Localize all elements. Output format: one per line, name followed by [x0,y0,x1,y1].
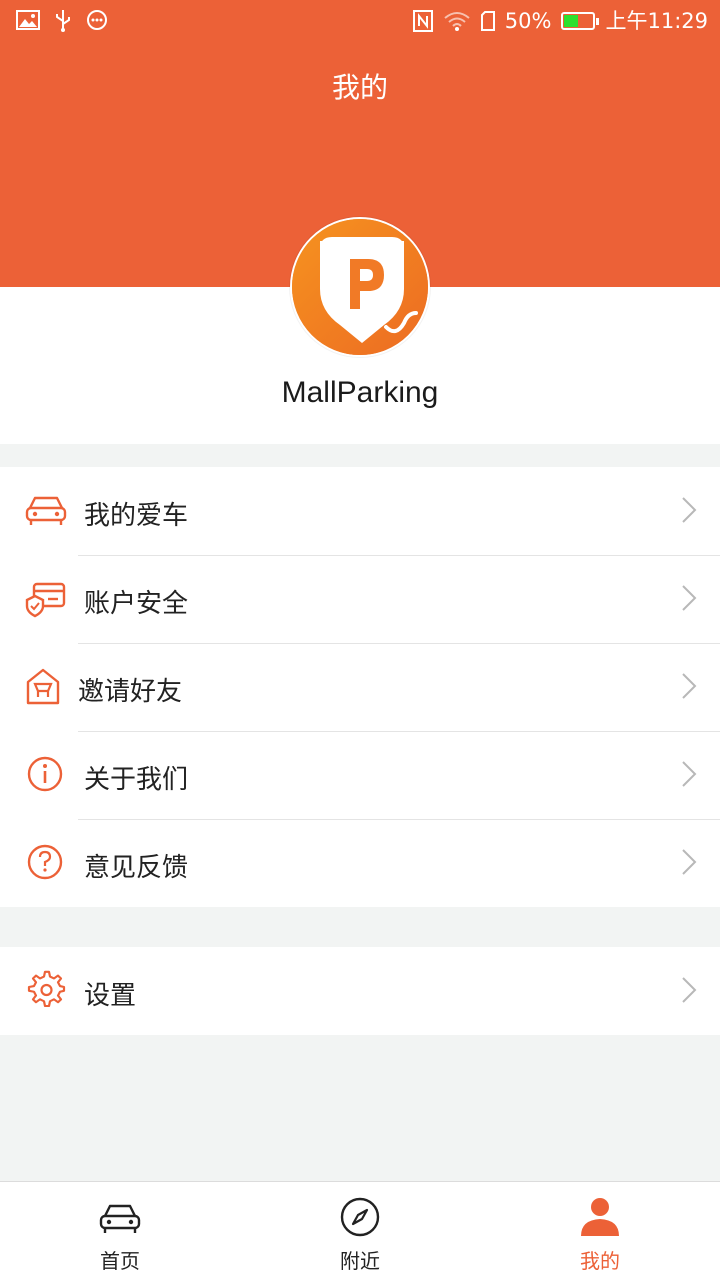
car-icon [25,496,67,525]
menu-item-label: 邀请好友 [78,677,183,707]
nfc-icon [412,10,433,32]
menu-item-settings[interactable]: 设置 [0,947,720,1035]
menu-item-about-us[interactable]: 关于我们 [0,731,720,819]
menu-list: 我的爱车 账户安全 邀请好友 关于我们 意见反馈 [0,467,720,907]
gear-icon [27,970,66,1008]
username: MallParking [281,376,439,409]
page-title: 我的 [331,71,388,104]
usb-icon [56,10,70,32]
wifi-icon [444,12,470,31]
tab-home[interactable]: 首页 [0,1182,240,1280]
menu-item-feedback[interactable]: 意见反馈 [0,819,720,907]
menu-item-label: 意见反馈 [84,853,189,883]
question-icon [27,844,63,880]
more-notification-icon [87,10,107,30]
chevron-right-icon [682,497,697,523]
menu-item-label: 账户安全 [84,589,189,619]
battery-percent: 50% [504,9,552,33]
tab-nearby[interactable]: 附近 [240,1182,480,1280]
status-bar: 50% 上午11:29 [0,0,720,42]
menu-item-invite-friends[interactable]: 邀请好友 [0,643,720,731]
chevron-right-icon [682,849,697,875]
chevron-right-icon [682,761,697,787]
chevron-right-icon [682,673,697,699]
chevron-right-icon [682,977,697,1003]
menu-item-label: 设置 [84,981,137,1011]
mallparking-logo-icon [292,219,428,355]
tab-mine[interactable]: 我的 [480,1182,720,1280]
menu-item-account-security[interactable]: 账户安全 [0,555,720,643]
tab-label: 我的 [580,1249,620,1273]
status-time: 上午11:29 [605,9,708,33]
avatar[interactable] [290,217,430,357]
compass-icon [340,1197,380,1237]
sim-icon [480,11,495,31]
battery-icon [561,12,600,30]
menu-item-my-car[interactable]: 我的爱车 [0,467,720,555]
info-icon [27,756,63,792]
menu-item-label: 关于我们 [84,765,189,795]
user-icon [581,1198,619,1236]
bottom-tab-bar: 首页 附近 我的 [0,1181,720,1280]
invite-icon [26,668,60,705]
tab-label: 附近 [340,1249,380,1273]
chevron-right-icon [682,585,697,611]
image-icon [16,10,40,30]
car-icon [99,1204,141,1233]
menu-item-label: 我的爱车 [84,501,189,531]
battery-level-fill [564,15,579,27]
tab-label: 首页 [100,1249,140,1273]
account-security-icon [25,582,66,618]
settings-section: 设置 [0,947,720,1035]
